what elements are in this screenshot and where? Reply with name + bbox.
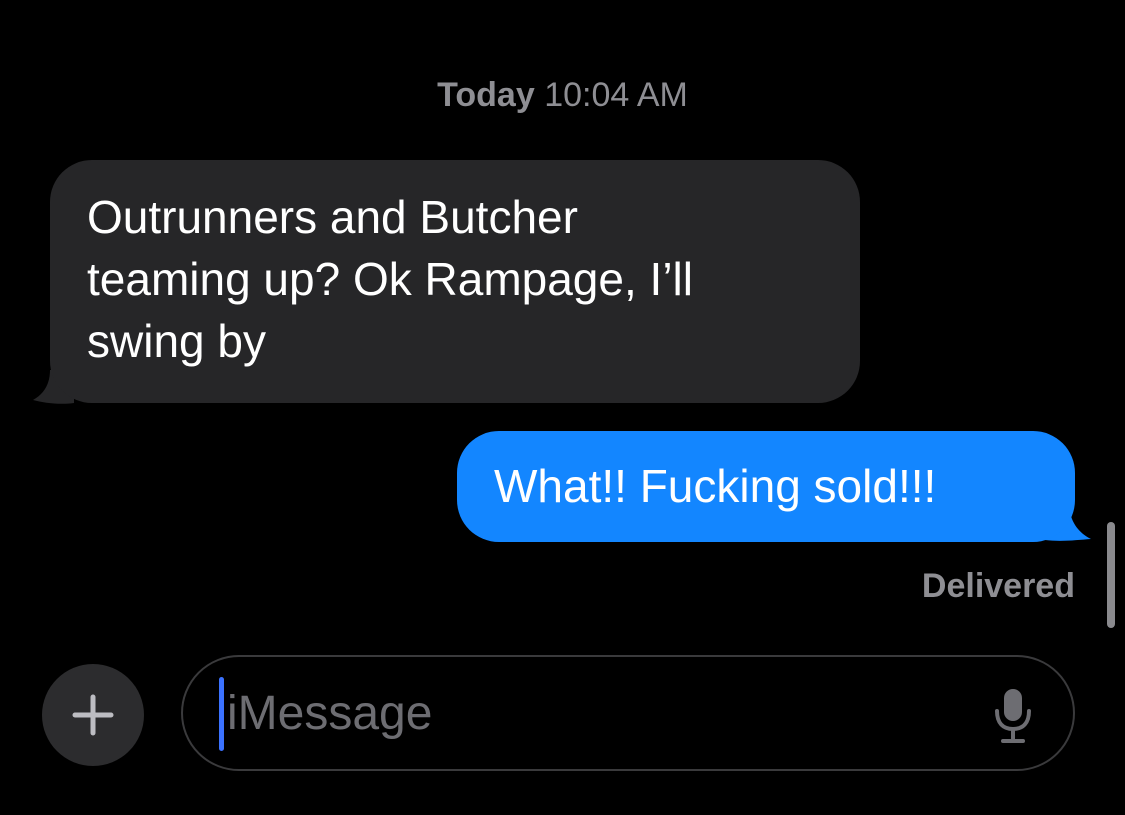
message-timestamp: Today 10:04 AM <box>0 74 1125 116</box>
timestamp-time: 10:04 AM <box>544 76 688 114</box>
message-line: teaming up? Ok Rampage, I’ll <box>87 253 693 305</box>
scrollbar[interactable] <box>1107 522 1115 628</box>
add-attachment-button[interactable] <box>42 664 144 766</box>
message-line: Outrunners and Butcher <box>87 191 578 243</box>
message-input-placeholder: iMessage <box>227 687 433 740</box>
microphone-icon[interactable] <box>993 687 1033 745</box>
message-line: What!! Fucking sold!!! <box>494 460 937 512</box>
sent-message-bubble[interactable]: What!! Fucking sold!!! <box>457 431 1075 542</box>
received-message-bubble[interactable]: Outrunners and Butcher teaming up? Ok Ra… <box>50 160 860 403</box>
message-line: swing by <box>87 315 266 367</box>
message-input[interactable]: iMessage <box>181 655 1075 771</box>
delivered-status: Delivered <box>921 567 1075 605</box>
text-caret <box>219 677 224 751</box>
timestamp-day: Today <box>437 76 535 114</box>
plus-icon <box>72 694 114 736</box>
